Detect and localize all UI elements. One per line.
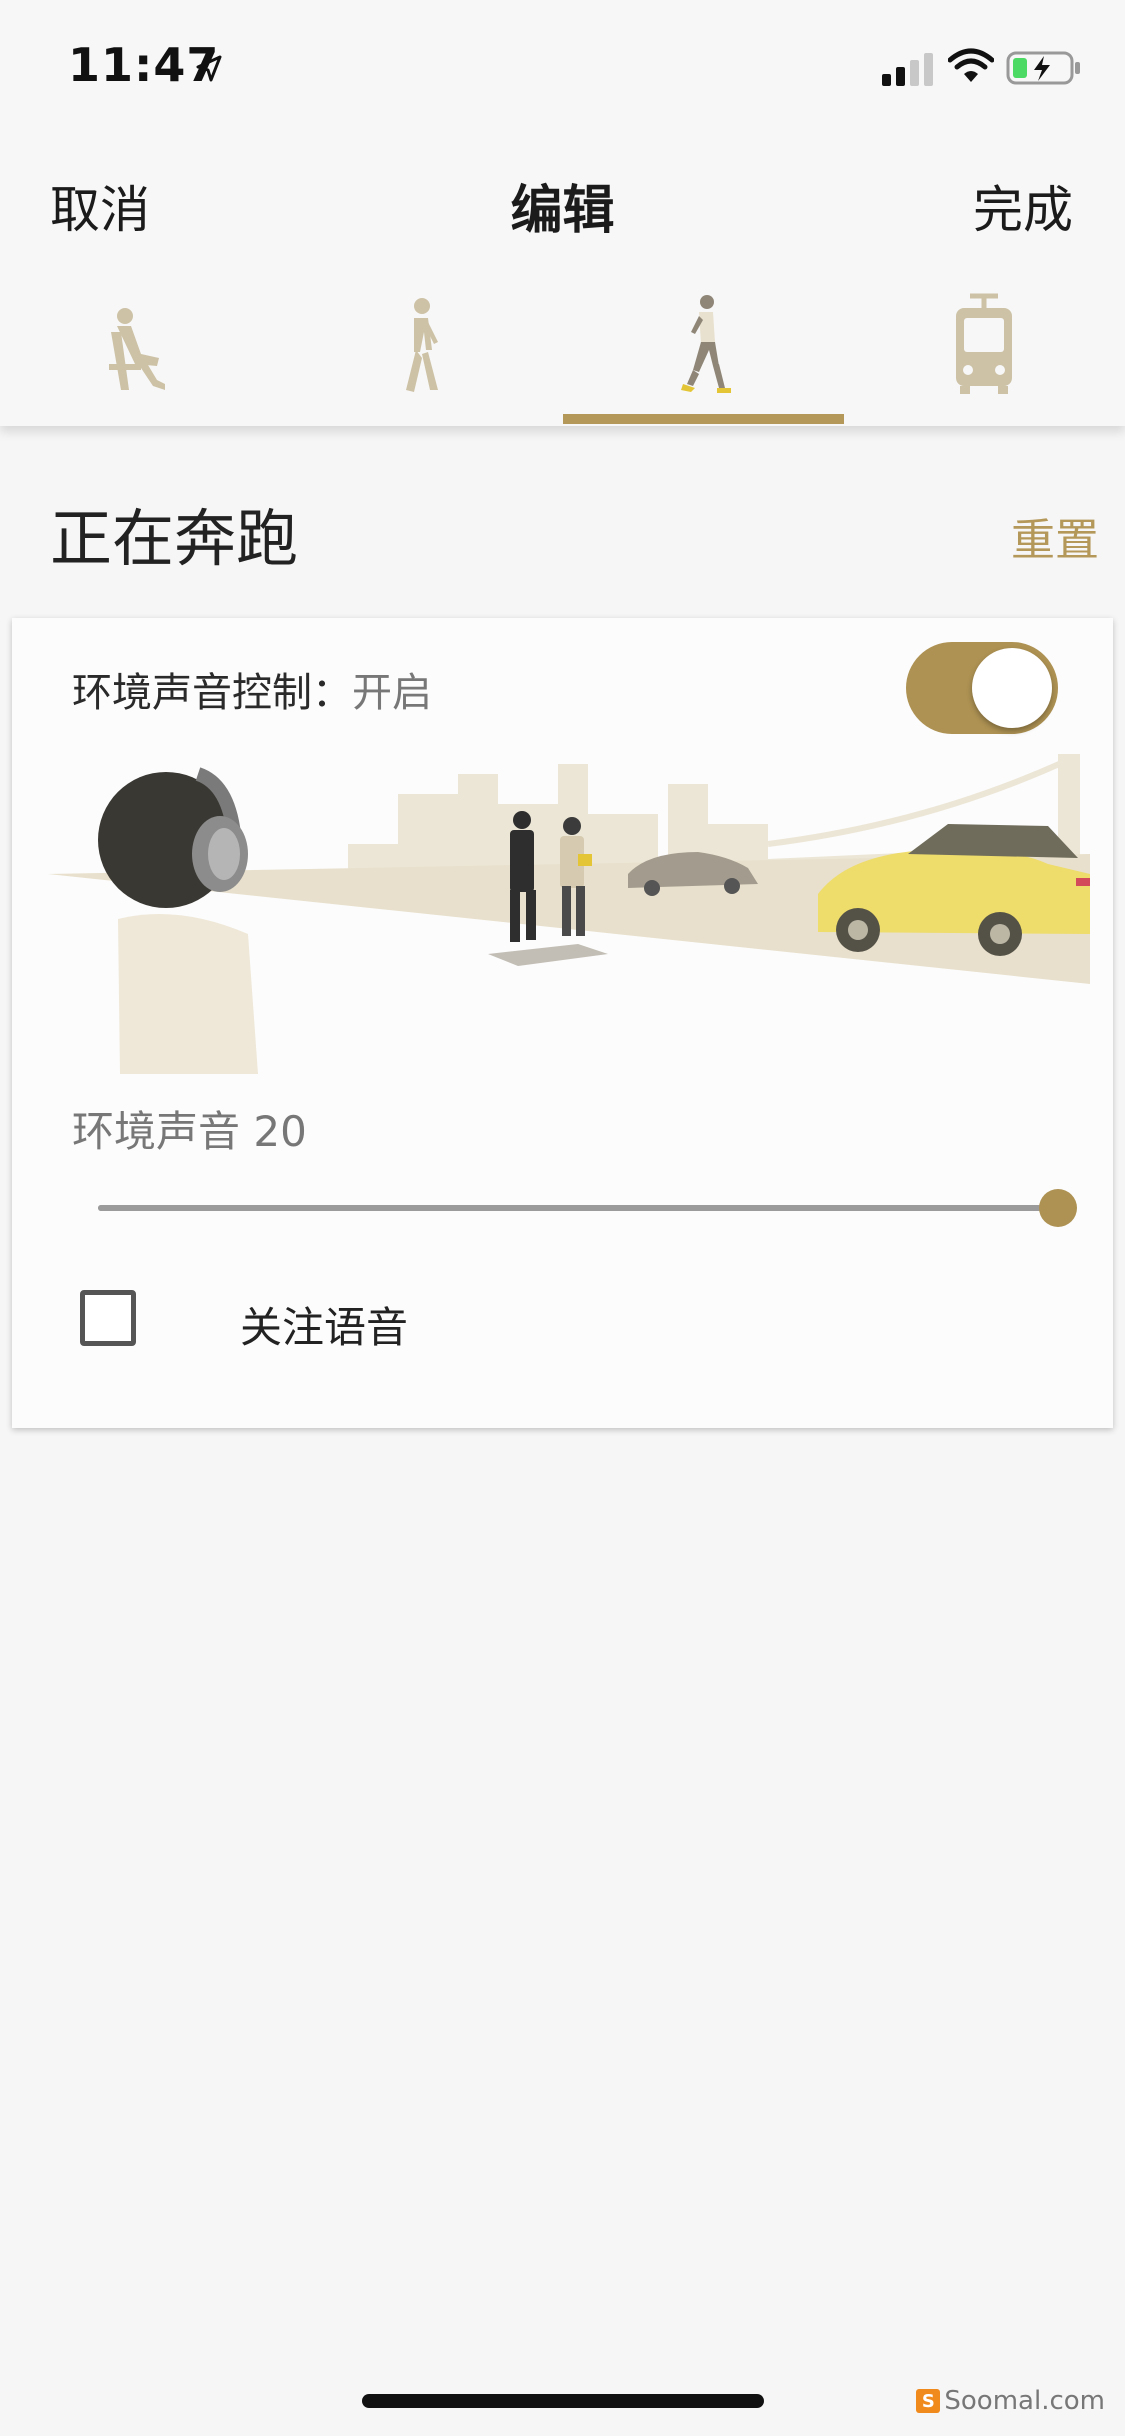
slider-fill xyxy=(98,1205,1058,1211)
ambient-level-label: 环境声音 20 xyxy=(72,1107,307,1156)
tab-running[interactable] xyxy=(562,280,844,426)
nav-bar: 取消 编辑 完成 xyxy=(0,140,1125,260)
watermark-logo-icon: S xyxy=(916,2389,941,2413)
tab-walking[interactable] xyxy=(281,280,562,426)
signal-icon xyxy=(882,53,933,86)
watermark: S Soomal.com xyxy=(916,2386,1105,2416)
watermark-text: Soomal.com xyxy=(944,2386,1105,2416)
ambient-control-toggle[interactable] xyxy=(906,642,1058,734)
ambient-control-state: 开启 xyxy=(352,670,432,716)
activity-tabs xyxy=(0,280,1125,426)
tab-sitting[interactable] xyxy=(0,280,281,426)
wifi-icon xyxy=(948,48,994,82)
location-arrow-icon xyxy=(196,55,222,82)
battery-charging-icon xyxy=(1006,51,1080,85)
page-title: 编辑 xyxy=(510,181,615,241)
tab-indicator xyxy=(562,414,844,424)
status-bar: 11:47 xyxy=(0,0,1125,140)
toggle-knob xyxy=(972,648,1052,728)
done-button[interactable]: 完成 xyxy=(973,170,1073,242)
tram-icon xyxy=(956,293,1013,394)
focus-voice-checkbox[interactable] xyxy=(80,1290,136,1346)
sitting-icon xyxy=(108,308,165,390)
ambient-level-slider[interactable] xyxy=(98,1188,1077,1228)
tab-indicator xyxy=(281,414,562,424)
section-title: 正在奔跑 xyxy=(50,502,299,575)
walking-icon xyxy=(405,298,438,392)
ambient-sound-card: 环境声音控制：开启 环境声音 20 关注语音 xyxy=(12,618,1113,1428)
ambient-sound-illustration xyxy=(48,754,1090,1074)
slider-thumb[interactable] xyxy=(1039,1189,1077,1227)
running-icon xyxy=(681,295,732,393)
focus-voice-label: 关注语音 xyxy=(240,1303,409,1352)
home-indicator[interactable] xyxy=(362,2394,764,2408)
ambient-control-title: 环境声音控制： xyxy=(72,670,352,716)
tab-indicator xyxy=(844,414,1125,424)
tab-transit[interactable] xyxy=(844,280,1125,426)
tab-indicator xyxy=(0,414,281,424)
screen: 11:47 取消 编辑 完成 正在奔跑 重置 环境声音控制：开启 环境声音 20… xyxy=(0,0,1125,2436)
reset-button[interactable]: 重置 xyxy=(1011,504,1099,568)
header-region: 11:47 取消 编辑 完成 xyxy=(0,0,1125,426)
ambient-control-label: 环境声音控制：开启 xyxy=(72,660,432,718)
